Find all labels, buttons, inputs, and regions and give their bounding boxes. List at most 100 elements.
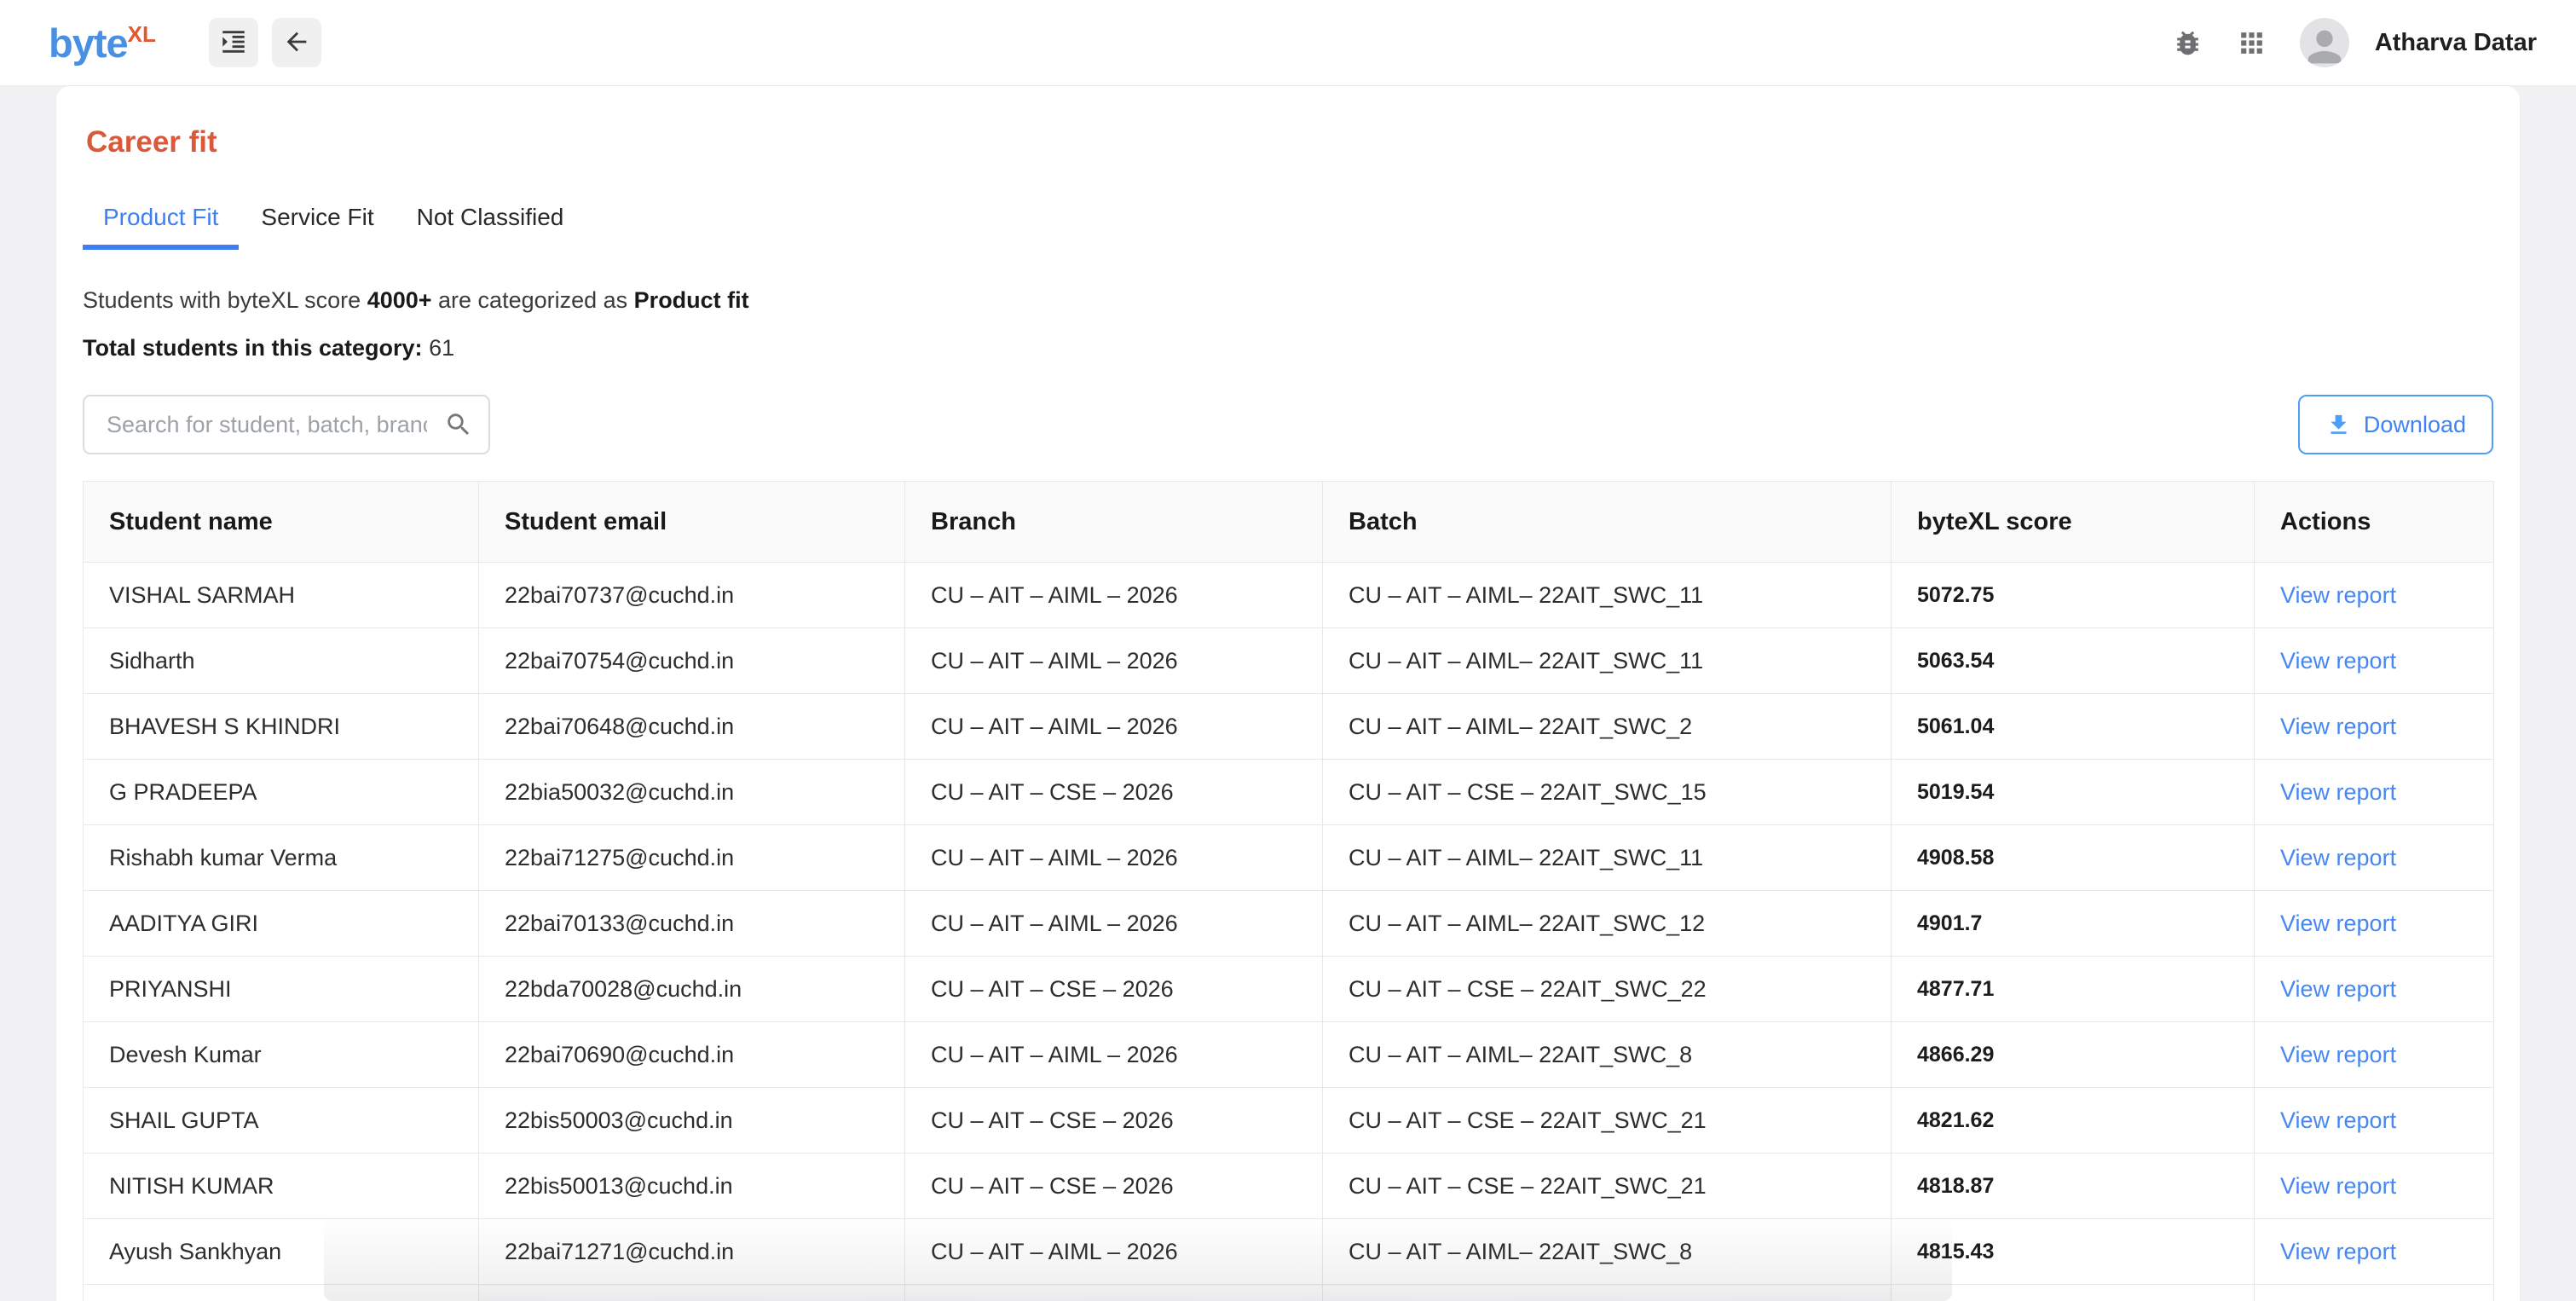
actions-cell: View report [2255, 1022, 2494, 1088]
actions-cell: View report [2255, 1154, 2494, 1219]
search-input[interactable] [83, 395, 490, 454]
download-button[interactable]: Download [2298, 395, 2493, 454]
category-name: Product fit [634, 287, 749, 313]
back-button[interactable] [272, 18, 321, 67]
search-box [83, 395, 490, 454]
students-table: Student name Student email Branch Batch … [83, 481, 2494, 1301]
bytexl-score-cell: 4908.58 [1892, 825, 2255, 891]
batch-cell: CU – AIT – CSE – 22AIT_SWC_21 [1323, 1154, 1892, 1219]
score-threshold: 4000+ [367, 287, 432, 313]
total-students-line: Total students in this category: 61 [83, 335, 2493, 361]
tab-product-fit[interactable]: Product Fit [83, 204, 239, 250]
view-report-link[interactable]: View report [2280, 1107, 2396, 1133]
search-icon[interactable] [444, 410, 473, 439]
branch-cell: CU – AIT – AIML – 2026 [905, 694, 1323, 760]
student-email-cell: 22bai70648@cuchd.in [479, 694, 905, 760]
view-report-link[interactable]: View report [2280, 911, 2396, 936]
bytexl-logo: byteXL [49, 20, 156, 66]
bytexl-score-cell: 5063.54 [1892, 628, 2255, 694]
view-report-link[interactable]: View report [2280, 648, 2396, 674]
actions-cell: View report [2255, 1219, 2494, 1285]
table-row-partial [84, 1285, 2494, 1301]
page-title: Career fit [86, 125, 2493, 159]
student-name-cell: VISHAL SARMAH [84, 563, 479, 628]
total-students-value: 61 [429, 335, 454, 361]
view-report-link[interactable]: View report [2280, 1239, 2396, 1264]
table-row: Ayush Sankhyan 22bai71271@cuchd.in CU – … [84, 1219, 2494, 1285]
student-email-cell: 22bda70028@cuchd.in [479, 957, 905, 1022]
student-email-cell: 22bis50003@cuchd.in [479, 1088, 905, 1154]
controls-row: Download [83, 395, 2493, 454]
sidebar-toggle-button[interactable] [209, 18, 258, 67]
category-description: Students with byteXL score 4000+ are cat… [83, 287, 2493, 314]
student-name-cell: Devesh Kumar [84, 1022, 479, 1088]
student-email-cell: 22bai70737@cuchd.in [479, 563, 905, 628]
actions-cell: View report [2255, 957, 2494, 1022]
bytexl-score-cell: 5061.04 [1892, 694, 2255, 760]
col-batch: Batch [1323, 482, 1892, 563]
bytexl-score-cell: 4821.62 [1892, 1088, 2255, 1154]
student-email-cell: 22bai71271@cuchd.in [479, 1219, 905, 1285]
batch-cell: CU – AIT – CSE – 22AIT_SWC_22 [1323, 957, 1892, 1022]
branch-cell: CU – AIT – AIML – 2026 [905, 825, 1323, 891]
actions-cell: View report [2255, 825, 2494, 891]
view-report-link[interactable]: View report [2280, 714, 2396, 739]
student-name-cell: PRIYANSHI [84, 957, 479, 1022]
user-name[interactable]: Atharva Datar [2375, 29, 2537, 57]
batch-cell: CU – AIT – AIML– 22AIT_SWC_11 [1323, 825, 1892, 891]
view-report-link[interactable]: View report [2280, 779, 2396, 805]
view-report-link[interactable]: View report [2280, 1173, 2396, 1199]
branch-cell: CU – AIT – CSE – 2026 [905, 760, 1323, 825]
student-name-cell: Rishabh kumar Verma [84, 825, 479, 891]
bytexl-score-cell: 5019.54 [1892, 760, 2255, 825]
batch-cell: CU – AIT – AIML– 22AIT_SWC_11 [1323, 563, 1892, 628]
actions-cell: View report [2255, 891, 2494, 957]
batch-cell: CU – AIT – AIML– 22AIT_SWC_12 [1323, 891, 1892, 957]
table-row: Devesh Kumar 22bai70690@cuchd.in CU – AI… [84, 1022, 2494, 1088]
batch-cell: CU – AIT – AIML– 22AIT_SWC_8 [1323, 1219, 1892, 1285]
branch-cell: CU – AIT – CSE – 2026 [905, 957, 1323, 1022]
view-report-link[interactable]: View report [2280, 845, 2396, 870]
table-row: VISHAL SARMAH 22bai70737@cuchd.in CU – A… [84, 563, 2494, 628]
bytexl-score-cell: 5072.75 [1892, 563, 2255, 628]
logo-xl-superscript: XL [128, 21, 156, 47]
branch-cell: CU – AIT – AIML – 2026 [905, 1219, 1323, 1285]
col-student-name: Student name [84, 482, 479, 563]
branch-cell: CU – AIT – AIML – 2026 [905, 891, 1323, 957]
col-student-email: Student email [479, 482, 905, 563]
table-row: AADITYA GIRI 22bai70133@cuchd.in CU – AI… [84, 891, 2494, 957]
view-report-link[interactable]: View report [2280, 1042, 2396, 1067]
person-icon [2300, 22, 2349, 67]
view-report-link[interactable]: View report [2280, 582, 2396, 608]
actions-cell: View report [2255, 563, 2494, 628]
student-name-cell: NITISH KUMAR [84, 1154, 479, 1219]
branch-cell: CU – AIT – AIML – 2026 [905, 563, 1323, 628]
student-name-cell: Ayush Sankhyan [84, 1219, 479, 1285]
view-report-link[interactable]: View report [2280, 976, 2396, 1002]
branch-cell: CU – AIT – AIML – 2026 [905, 628, 1323, 694]
branch-cell: CU – AIT – CSE – 2026 [905, 1154, 1323, 1219]
bytexl-score-cell: 4818.87 [1892, 1154, 2255, 1219]
bug-report-icon[interactable] [2172, 27, 2203, 59]
indent-menu-icon [219, 27, 248, 59]
student-email-cell: 22bai70754@cuchd.in [479, 628, 905, 694]
table-row: PRIYANSHI 22bda70028@cuchd.in CU – AIT –… [84, 957, 2494, 1022]
actions-cell: View report [2255, 760, 2494, 825]
tab-service-fit[interactable]: Service Fit [240, 204, 394, 250]
batch-cell: CU – AIT – CSE – 22AIT_SWC_21 [1323, 1088, 1892, 1154]
student-name-cell: G PRADEEPA [84, 760, 479, 825]
tab-not-classified[interactable]: Not Classified [396, 204, 585, 250]
col-actions: Actions [2255, 482, 2494, 563]
actions-cell: View report [2255, 628, 2494, 694]
batch-cell: CU – AIT – AIML– 22AIT_SWC_2 [1323, 694, 1892, 760]
batch-cell: CU – AIT – AIML– 22AIT_SWC_11 [1323, 628, 1892, 694]
bytexl-score-cell: 4877.71 [1892, 957, 2255, 1022]
actions-cell: View report [2255, 1088, 2494, 1154]
col-bytexl-score: byteXL score [1892, 482, 2255, 563]
student-name-cell: AADITYA GIRI [84, 891, 479, 957]
apps-grid-icon[interactable] [2236, 27, 2267, 59]
topbar: byteXL Atharva Datar [0, 0, 2576, 86]
download-icon [2325, 412, 2352, 438]
user-avatar[interactable] [2300, 18, 2349, 67]
actions-cell: View report [2255, 694, 2494, 760]
